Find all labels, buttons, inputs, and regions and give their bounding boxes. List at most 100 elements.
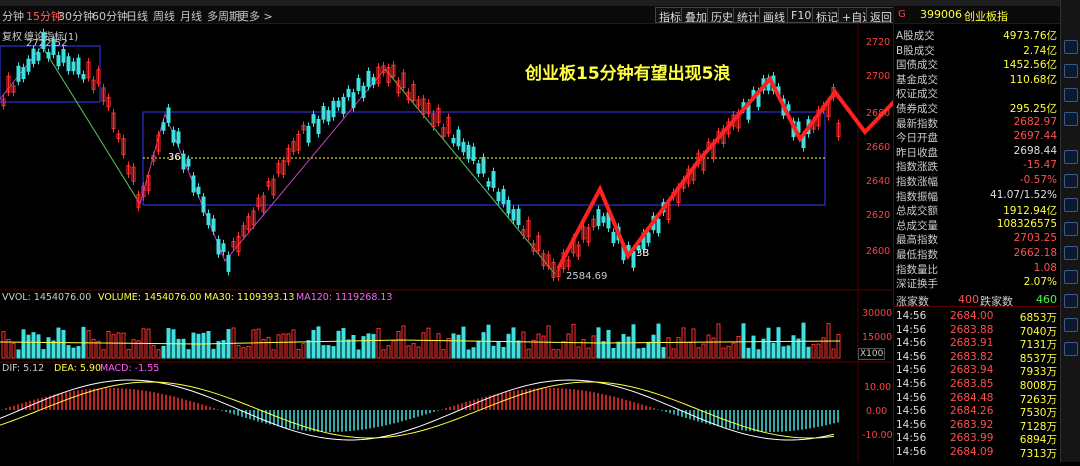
candle-body: [486, 181, 491, 187]
candle-body: [646, 232, 651, 243]
candle-body: [491, 171, 496, 188]
candle-body: [611, 231, 616, 244]
volume-bar: [476, 340, 481, 359]
btn-draw[interactable]: 画线: [759, 7, 789, 24]
candle-body: [366, 70, 371, 87]
side-tool-icon[interactable]: [1064, 198, 1078, 212]
index-name: 创业板指: [964, 10, 1008, 23]
volume-bar: [1, 331, 6, 359]
volume-bar: [101, 349, 106, 359]
candle-body: [186, 158, 191, 167]
volume-bar: [176, 338, 181, 359]
volume-bar: [506, 333, 511, 359]
macd-histogram: [0, 379, 839, 441]
candle-body: [356, 78, 361, 91]
volume-bar: [151, 344, 156, 359]
candle-body: [361, 85, 366, 98]
volume-bar: [386, 345, 391, 359]
volume-bar: [641, 347, 646, 359]
tick-price: 2684.26: [950, 405, 994, 418]
info-value: 2.07%: [1023, 276, 1057, 289]
info-row: 深证换手 2.07%: [894, 276, 1061, 290]
chart-left-label: 复权: [2, 32, 22, 43]
volume-bar: [536, 333, 541, 359]
candle-body: [36, 52, 41, 61]
candle-body: [21, 67, 26, 80]
info-row: 债券成交 295.25亿: [894, 101, 1061, 115]
up-count-label: 涨家数: [896, 295, 929, 308]
candle-body: [201, 196, 206, 213]
side-tool-icon[interactable]: [1064, 294, 1078, 308]
volume-bar: [36, 334, 41, 359]
tick-row: 14:56 2684.00 6853万: [894, 310, 1061, 324]
period-1min[interactable]: 分钟: [2, 8, 24, 24]
tick-row: 14:56 2683.99 6894万: [894, 432, 1061, 446]
side-tool-icon[interactable]: [1064, 64, 1078, 78]
volume-bar: [786, 345, 791, 359]
volume-bar: [696, 347, 701, 359]
volume-bar: [381, 349, 386, 359]
candle-body: [211, 218, 216, 232]
chart-area[interactable]: 复权 缠论指标(1) 2722.52 2584.69 36 3B 创业板15分钟…: [0, 24, 932, 462]
index-title-bar: G 399006 创业板指: [893, 6, 1060, 24]
vol-axis-tick: 30000: [862, 308, 893, 319]
info-label: 最新指数: [896, 117, 938, 130]
volume-bar: [201, 332, 206, 359]
period-week[interactable]: 周线: [153, 8, 175, 24]
period-30min[interactable]: 30分钟: [58, 8, 94, 24]
volume-bar: [671, 348, 676, 359]
side-tool-icon[interactable]: [1064, 88, 1078, 102]
volume-bar: [441, 349, 446, 359]
volume-bar: [271, 349, 276, 359]
volume-bar: [801, 322, 806, 359]
period-more[interactable]: 更多 >: [238, 8, 273, 24]
volume-bar: [66, 345, 71, 359]
period-day[interactable]: 日线: [126, 8, 148, 24]
volume-bar: [666, 337, 671, 359]
side-tool-icon[interactable]: [1064, 318, 1078, 332]
info-value: 108326575: [996, 217, 1057, 230]
candle-body: [311, 114, 316, 124]
side-tool-icon[interactable]: [1064, 270, 1078, 284]
candle-body: [191, 175, 196, 193]
candle-body: [161, 122, 166, 131]
tick-time: 14:56: [896, 310, 927, 322]
candle-body: [221, 243, 226, 253]
volume-bar: [361, 336, 366, 359]
period-60min[interactable]: 60分钟: [92, 8, 128, 24]
side-tool-icon[interactable]: [1064, 40, 1078, 54]
candle-body: [346, 88, 351, 98]
y-tick: 2660: [866, 142, 891, 153]
info-label: 指数涨跌: [896, 161, 938, 174]
tick-time: 14:56: [896, 446, 927, 458]
side-tool-icon[interactable]: [1064, 174, 1078, 188]
tick-time: 14:56: [896, 337, 927, 350]
side-tool-icon[interactable]: [1064, 342, 1078, 356]
volume-bar: [21, 329, 26, 359]
volume-bar: [806, 346, 811, 359]
volume-bar: [316, 326, 321, 359]
side-tool-icon[interactable]: [1064, 246, 1078, 260]
volume-bar: [291, 329, 296, 359]
volume-bar: [701, 343, 706, 359]
info-row: 国债成交 1452.56亿: [894, 57, 1061, 71]
side-tool-icon[interactable]: [1064, 222, 1078, 236]
volume-bar: [771, 342, 776, 359]
vol-scale-box[interactable]: X100: [858, 348, 886, 360]
y-tick: 2620: [866, 210, 891, 221]
tick-row: 14:56 2684.09 7313万: [894, 446, 1061, 460]
volume-bar: [206, 330, 211, 359]
volume-bar: [391, 340, 396, 359]
period-15min[interactable]: 15分钟: [26, 8, 62, 24]
volume-bar: [736, 336, 741, 359]
side-tool-icon[interactable]: [1064, 150, 1078, 164]
tick-time: 14:56: [896, 432, 927, 445]
btn-back[interactable]: 返回: [866, 7, 896, 24]
side-tool-icon[interactable]: [1064, 112, 1078, 126]
period-month[interactable]: 月线: [180, 8, 202, 24]
tick-row: 14:56 2683.85 8008万: [894, 378, 1061, 392]
kline-chart-svg[interactable]: [0, 24, 932, 462]
period-multi[interactable]: 多周期: [207, 8, 240, 24]
candle-body: [171, 129, 176, 143]
tick-volume: 7313万: [1019, 448, 1057, 460]
